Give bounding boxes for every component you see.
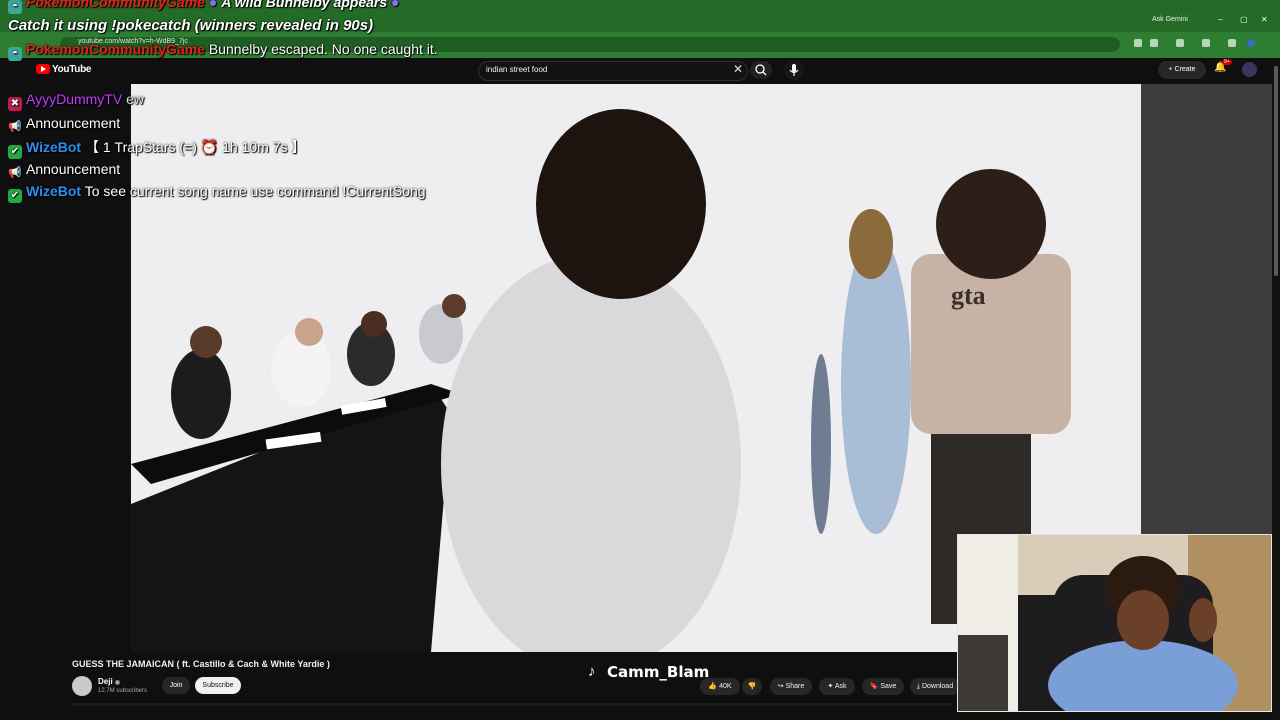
checkmark-icon: ✔ bbox=[8, 189, 22, 203]
megaphone-icon: 📢 bbox=[8, 167, 22, 179]
person-walking-2 bbox=[911, 254, 1071, 434]
create-button[interactable]: + Create bbox=[1158, 61, 1206, 79]
sparkle-icon: ✦ bbox=[827, 683, 834, 690]
purple-orb-icon: ● bbox=[391, 0, 400, 10]
webcam-overlay bbox=[957, 534, 1272, 712]
chat-text: ew bbox=[126, 91, 144, 107]
download-label: Download bbox=[921, 683, 954, 690]
chat-text: Bunnelby escaped. No one caught it. bbox=[208, 41, 438, 57]
extensions-puzzle-icon[interactable] bbox=[1176, 39, 1184, 47]
join-button[interactable]: Join bbox=[162, 677, 190, 694]
pokeball-icon: ◓ bbox=[8, 0, 22, 14]
chat-text: To see current song name use command !Cu… bbox=[84, 183, 426, 199]
chat-message: ◓ PokemonCommunityGame ● A wild Bunnelby … bbox=[8, 0, 400, 14]
like-count: 40K bbox=[719, 683, 732, 690]
chat-text: Announcement bbox=[26, 161, 121, 177]
person-seated-1 bbox=[171, 349, 231, 439]
subscribe-button[interactable]: Subscribe bbox=[195, 677, 241, 694]
chat-username: WizeBot bbox=[26, 139, 82, 155]
like-button[interactable]: 👍 40K bbox=[700, 678, 740, 695]
chat-message: ◓ PokemonCommunityGame Bunnelby escaped. … bbox=[8, 41, 438, 61]
ask-label: Ask bbox=[834, 683, 847, 690]
scrollbar-thumb[interactable] bbox=[1274, 66, 1278, 276]
chat-timer: 1h 10m 7s bbox=[222, 139, 288, 155]
thumbs-down-icon: 👎 bbox=[747, 683, 757, 690]
chat-message: 📢 Announcement bbox=[8, 161, 120, 180]
download-icon: ⤓ bbox=[916, 683, 920, 690]
microphone-icon bbox=[789, 64, 799, 76]
megaphone-icon: 📢 bbox=[8, 121, 22, 133]
minimize-icon[interactable]: – bbox=[1218, 15, 1222, 24]
youtube-wordmark[interactable]: YouTube bbox=[52, 64, 92, 75]
search-icon bbox=[755, 64, 767, 76]
thumbs-up-icon: 👍 bbox=[708, 683, 718, 690]
checkmark-icon: ✔ bbox=[8, 145, 22, 159]
chat-username: PokemonCommunityGame bbox=[26, 0, 205, 10]
share-label: Share bbox=[785, 683, 805, 690]
tiktok-handle: Camm_Blam bbox=[607, 663, 710, 681]
dislike-button[interactable]: 👎 bbox=[742, 678, 762, 695]
chat-message: ✔ WizeBot To see current song name use co… bbox=[8, 183, 426, 203]
pokeball-icon: ◓ bbox=[8, 47, 22, 61]
close-window-icon[interactable]: ✕ bbox=[1261, 15, 1268, 24]
webcam-frame bbox=[958, 535, 1271, 711]
channel-name[interactable]: Deji ◉ bbox=[98, 677, 120, 686]
chat-text: 【 1 TrapStars (=) bbox=[84, 139, 197, 155]
notification-badge: 9+ bbox=[1222, 59, 1232, 65]
ask-button[interactable]: ✦ Ask bbox=[819, 678, 855, 695]
tiktok-icon: ♪ bbox=[588, 663, 596, 680]
download-button[interactable]: ⤓ Download bbox=[910, 678, 960, 695]
badge-icon: ✖ bbox=[8, 97, 22, 111]
subscriber-count: 12.7M subscribers bbox=[98, 688, 148, 694]
verified-icon: ◉ bbox=[114, 680, 121, 686]
chat-text: Announcement bbox=[26, 115, 121, 131]
youtube-logo-icon[interactable] bbox=[36, 64, 50, 74]
search-input-value: indian street food bbox=[486, 65, 548, 74]
maximize-icon[interactable]: ▢ bbox=[1240, 15, 1248, 24]
chat-message: ✖ AyyyDummyTV ew bbox=[8, 91, 144, 111]
chat-text: Catch it using !pokecatch (winners revea… bbox=[8, 17, 374, 34]
profile-avatar-icon[interactable] bbox=[1247, 39, 1255, 47]
save-label: Save bbox=[880, 683, 897, 690]
alarm-clock-icon: ⏰ bbox=[200, 139, 219, 155]
video-title: GUESS THE JAMAICAN ( ft. Castillo & Cach… bbox=[72, 659, 330, 669]
channel-avatar[interactable] bbox=[72, 676, 92, 696]
chat-message: 📢 Announcement bbox=[8, 115, 120, 134]
chat-username: PokemonCommunityGame bbox=[26, 41, 205, 57]
chat-text: A wild Bunnelby appears bbox=[221, 0, 388, 10]
channel-name-text: Deji bbox=[98, 677, 113, 686]
bookmark-icon: 🔖 bbox=[869, 683, 879, 690]
chat-message: Catch it using !pokecatch (winners revea… bbox=[8, 17, 373, 34]
chat-text: 】 bbox=[291, 139, 306, 155]
chat-username: WizeBot bbox=[26, 183, 82, 199]
share-icon: ↪ bbox=[777, 683, 784, 690]
voice-search-button[interactable] bbox=[784, 60, 804, 80]
bookmark-star-icon[interactable] bbox=[1150, 39, 1158, 47]
svg-text:gta: gta bbox=[951, 281, 986, 310]
sidebar-icon[interactable] bbox=[1202, 39, 1210, 47]
person-walking-1 bbox=[841, 234, 911, 534]
ask-gemini-button[interactable]: Ask Gemini bbox=[1152, 16, 1188, 23]
account-avatar[interactable] bbox=[1242, 62, 1257, 77]
search-clear-icon[interactable]: ✕ bbox=[733, 62, 743, 76]
chat-username: AyyyDummyTV bbox=[26, 91, 123, 107]
chat-message: ✔ WizeBot 【 1 TrapStars (=) ⏰ 1h 10m 7s 】 bbox=[8, 137, 305, 159]
extension-icon[interactable] bbox=[1134, 39, 1142, 47]
share-button[interactable]: ↪ Share bbox=[770, 678, 812, 695]
profile-extension-icon[interactable] bbox=[1228, 39, 1236, 47]
search-button[interactable] bbox=[750, 61, 772, 79]
save-button[interactable]: 🔖 Save bbox=[862, 678, 904, 695]
purple-orb-icon: ● bbox=[208, 0, 218, 10]
divider bbox=[72, 703, 952, 706]
